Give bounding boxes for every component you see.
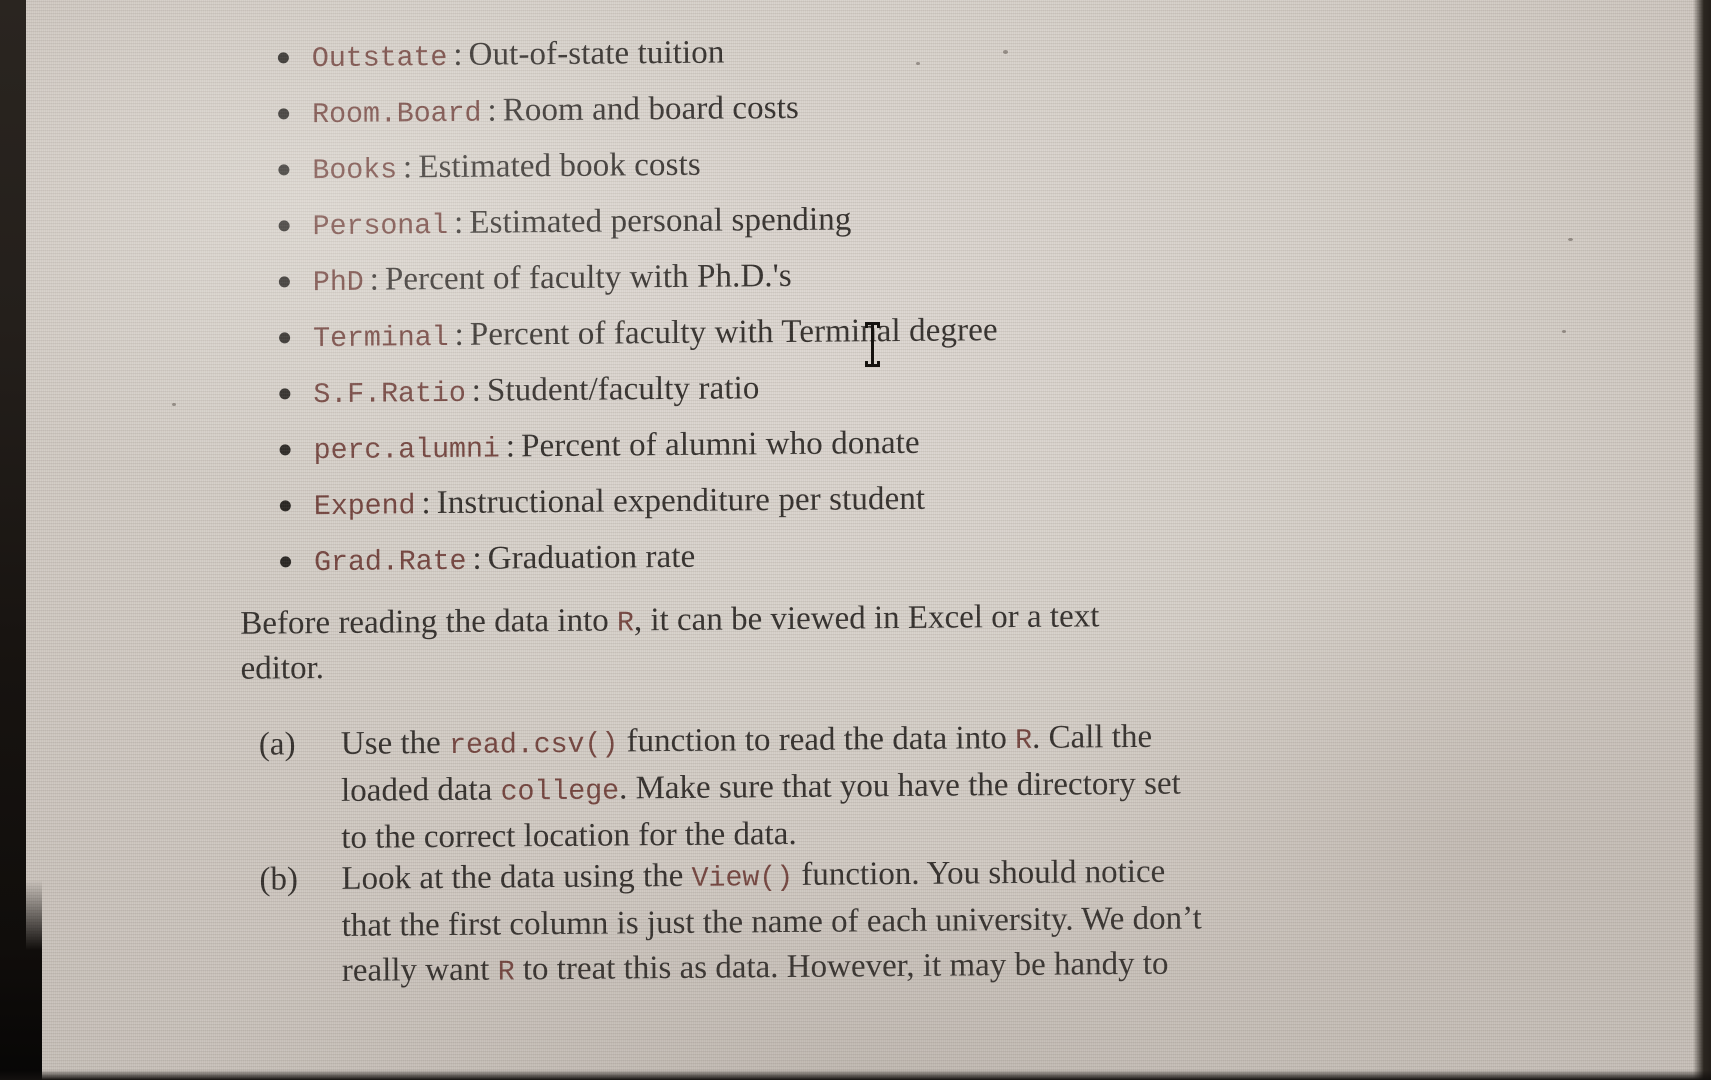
bullet-dot-icon [278, 276, 290, 288]
variable-description: Percent of faculty with Terminal degree [469, 312, 998, 353]
monitor-bezel-right [1693, 0, 1711, 1080]
bullet-dot-icon [279, 444, 291, 456]
list-item: S.F.Ratio: Student/faculty ratio [271, 354, 1451, 420]
bullet-dot-icon [278, 108, 290, 120]
monitor-bezel-left-lower [0, 880, 42, 1080]
variable-separator: : [454, 316, 464, 353]
variable-code: PhD [312, 265, 364, 300]
variable-description: Estimated book costs [418, 146, 701, 186]
variable-separator: : [402, 149, 413, 186]
variable-separator: : [505, 428, 516, 465]
list-item: PhD: Percent of faculty with Ph.D.'s [271, 242, 1451, 308]
exercise-label: (a) [258, 726, 296, 763]
inline-code: View() [691, 860, 794, 895]
variable-code: perc.alumni [313, 432, 500, 468]
list-item: Expend: Instructional expenditure per stu… [272, 466, 1452, 532]
variable-description: Instructional expenditure per student [436, 480, 926, 522]
bullet-dot-icon [280, 556, 292, 568]
variable-separator: : [487, 92, 497, 129]
inline-code: read.csv() [448, 727, 619, 762]
exercise-text: to treat this as data. However, it may b… [514, 945, 1169, 988]
variable-separator: : [453, 36, 463, 73]
bullet-dot-icon [279, 500, 291, 512]
variable-code: Expend [313, 489, 416, 524]
variable-description: Estimated personal spending [469, 201, 852, 241]
inline-code: college [500, 774, 620, 809]
variable-code: S.F.Ratio [313, 376, 466, 412]
exercise-text: function. You should notice [793, 853, 1166, 893]
variable-description: Room and board costs [502, 89, 799, 129]
exercise-text: . Make sure that you have the directory … [618, 765, 1181, 807]
paragraph-text: , it can be viewed in Excel or a text [633, 598, 1100, 639]
variable-code: Terminal [313, 320, 449, 356]
exercise-body: Look at the data using the View() functi… [341, 848, 1380, 996]
bullet-dot-icon [279, 332, 291, 344]
variable-code: Outstate [311, 40, 448, 76]
variable-description: Percent of alumni who donate [521, 424, 920, 465]
variable-description: Student/faculty ratio [486, 370, 760, 409]
exercise-text: really want [341, 951, 498, 989]
inline-code: R [616, 606, 634, 640]
bullet-dot-icon [279, 388, 291, 400]
exercise-text: . Call the [1031, 718, 1153, 756]
list-item: perc.alumni: Percent of alumni who donate [271, 410, 1451, 476]
inline-code: R [497, 955, 515, 989]
variable-separator: : [421, 485, 431, 522]
variable-description: Graduation rate [487, 538, 696, 577]
variable-code: Room.Board [312, 96, 482, 132]
list-item: Outstate: Out-of-state tuition [270, 18, 1450, 84]
exercise-label: (b) [259, 861, 299, 898]
exercise-item-a: (a) Use the read.csv() function to read … [259, 713, 1380, 862]
list-item: Terminal: Percent of faculty with Termina… [271, 298, 1451, 364]
variable-code: Personal [312, 208, 449, 244]
pdf-document-page: Outstate: Out-of-state tuition Room.Board… [0, 0, 1711, 1080]
paragraph-before-reading: Before reading the data into R, it can b… [240, 593, 1320, 689]
bullet-dot-icon [278, 164, 290, 176]
variable-bullet-list: Outstate: Out-of-state tuition Room.Board… [270, 18, 1452, 588]
exercise-line: really want R to treat this as data. How… [342, 940, 1380, 996]
variable-separator: : [369, 261, 380, 298]
variable-code: Grad.Rate [314, 544, 467, 580]
exercise-text: Look at the data using the [341, 857, 692, 897]
variable-separator: : [472, 540, 482, 577]
bullet-dot-icon [277, 52, 289, 64]
list-item: Grad.Rate: Graduation rate [272, 522, 1452, 588]
variable-description: Percent of faculty with Ph.D.'s [384, 257, 792, 298]
bullet-dot-icon [278, 220, 290, 232]
list-item: Room.Board: Room and board costs [270, 74, 1450, 140]
paragraph-text: Before reading the data into [240, 602, 618, 642]
inline-code: R [1015, 723, 1033, 758]
variable-description: Out-of-state tuition [468, 34, 725, 73]
exercise-body: Use the read.csv() function to read the … [341, 713, 1380, 861]
exercise-item-b: (b) Look at the data using the View() fu… [259, 848, 1380, 997]
monitor-bezel-bottom [0, 1070, 1711, 1080]
variable-separator: : [471, 372, 482, 409]
list-item: Personal: Estimated personal spending [271, 186, 1451, 252]
list-item: Books: Estimated book costs [270, 130, 1450, 196]
exercise-text: Use the [340, 724, 450, 762]
screen-photo: Outstate: Out-of-state tuition Room.Board… [0, 0, 1711, 1080]
exercise-text: function to read the data into [618, 720, 1016, 760]
variable-code: Books [312, 153, 398, 188]
exercise-text: loaded data [341, 771, 501, 809]
variable-separator: : [453, 204, 464, 241]
